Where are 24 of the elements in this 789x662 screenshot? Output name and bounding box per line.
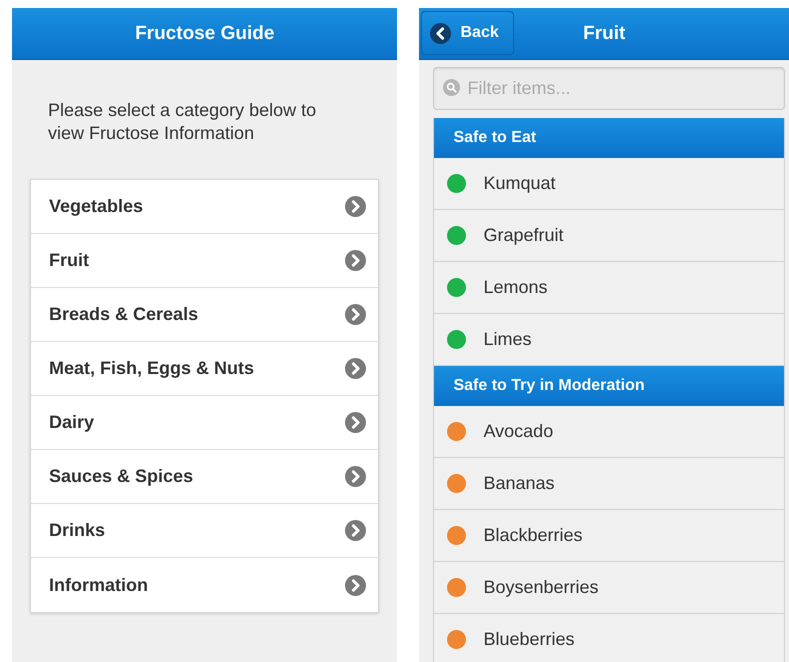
screen-title: Fructose Guide — [135, 22, 274, 44]
back-button[interactable]: Back — [421, 11, 514, 55]
category-item[interactable]: Drinks — [31, 504, 378, 558]
intro-text: Please select a category below to view Fructose Information — [48, 99, 318, 145]
chevron-right-icon — [345, 574, 366, 596]
chevron-right-icon — [345, 358, 366, 379]
chevron-right-icon — [345, 250, 366, 271]
screen-title: Fruit — [583, 22, 626, 44]
category-item[interactable]: Vegetables — [31, 180, 378, 234]
category-item[interactable]: Information — [31, 558, 378, 612]
chevron-left-icon — [430, 22, 452, 44]
chevron-right-icon — [345, 520, 366, 541]
category-item[interactable]: Sauces & Spices — [31, 450, 378, 504]
category-item[interactable]: Breads & Cereals — [31, 288, 378, 342]
chevron-right-icon — [345, 412, 366, 433]
section-header: Safe to Eat — [434, 118, 784, 158]
chevron-right-icon — [345, 304, 366, 325]
category-item[interactable]: Meat, Fish, Eggs & Nuts — [31, 342, 378, 396]
section-header: Safe to Try in Moderation — [434, 366, 784, 406]
chevron-right-icon — [345, 196, 366, 217]
chevron-right-icon — [345, 466, 366, 487]
filter-field[interactable]: Filter items... — [433, 67, 785, 110]
category-item[interactable]: Fruit — [31, 234, 378, 288]
category-item[interactable]: Dairy — [31, 396, 378, 450]
